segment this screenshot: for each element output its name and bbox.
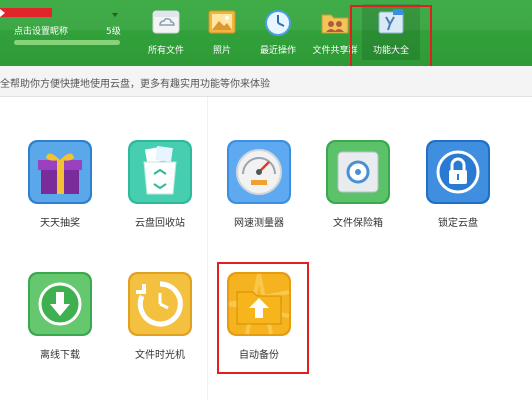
gift-icon: [28, 140, 92, 204]
level-progress-fill: [14, 40, 120, 45]
toolbar-recent[interactable]: 最近操作: [249, 4, 307, 60]
feature-lock-cloud[interactable]: 锁定云盘: [408, 140, 508, 248]
recycle-bin-icon: [128, 140, 192, 204]
toolbar-label: 最近操作: [259, 46, 296, 56]
level-progress-bar: [14, 40, 120, 45]
feature-daily-lottery[interactable]: 天天抽奖: [10, 140, 110, 248]
info-text: 全帮助你方便快捷地使用云盘，更多有趣实用功能等你来体验: [0, 79, 270, 90]
info-bar: 全帮助你方便快捷地使用云盘，更多有趣实用功能等你来体验: [0, 66, 532, 97]
safe-icon: [326, 140, 390, 204]
toolbar-photos[interactable]: 照片: [193, 4, 251, 60]
feature-label: 文件保险箱: [333, 218, 383, 229]
speedometer-icon: [227, 140, 291, 204]
feature-label: 网速测量器: [234, 218, 284, 229]
username-redacted: [0, 8, 52, 17]
highlight-box-all-features: [350, 5, 432, 68]
feature-time-machine[interactable]: 文件时光机: [110, 272, 210, 380]
toolbar-all-files[interactable]: 所有文件: [137, 4, 195, 60]
feature-offline-download[interactable]: 离线下载: [10, 272, 110, 380]
lock-icon: [426, 140, 490, 204]
top-bar: 点击设置昵称 5级 所有文件 照片 最近操作 文件共享群 功能大全: [0, 0, 532, 66]
highlight-box-auto-backup: [217, 262, 309, 374]
nickname-label[interactable]: 点击设置昵称: [14, 24, 68, 37]
chevron-down-icon[interactable]: [112, 13, 118, 17]
feature-label: 离线下载: [40, 350, 80, 361]
share-folder-icon: [321, 14, 349, 34]
feature-label: 天天抽奖: [40, 218, 80, 229]
back-arrow-icon[interactable]: [0, 9, 5, 17]
feature-speed-test[interactable]: 网速测量器: [209, 140, 309, 248]
time-machine-icon: [128, 272, 192, 336]
clock-icon: [265, 10, 291, 36]
user-level: 5级: [106, 27, 121, 37]
photo-icon: [208, 10, 236, 34]
toolbar-label: 照片: [212, 46, 231, 56]
feature-file-safe[interactable]: 文件保险箱: [308, 140, 408, 248]
cloud-files-icon: [152, 10, 180, 34]
feature-label: 文件时光机: [135, 350, 185, 361]
feature-label: 锁定云盘: [438, 218, 478, 229]
feature-recycle-bin[interactable]: 云盘回收站: [110, 140, 210, 248]
download-icon: [28, 272, 92, 336]
toolbar-label: 所有文件: [147, 46, 184, 56]
feature-label: 云盘回收站: [135, 218, 185, 229]
